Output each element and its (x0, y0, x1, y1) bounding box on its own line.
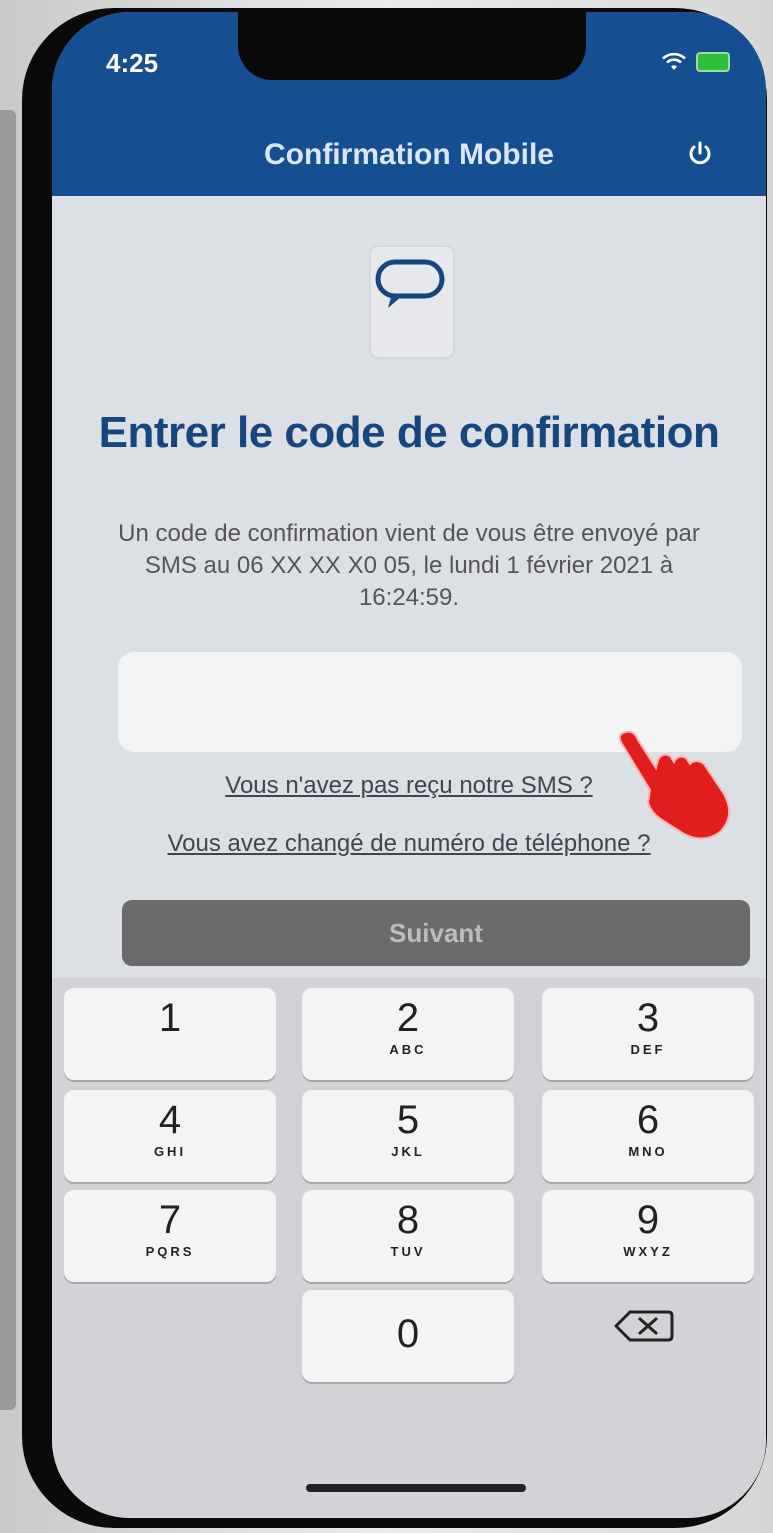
key-letters: WXYZ (623, 1244, 673, 1259)
key-4[interactable]: 4 GHI (64, 1090, 276, 1182)
key-0[interactable]: 0 (302, 1290, 514, 1382)
key-letters: MNO (628, 1144, 668, 1159)
status-icons (662, 52, 730, 72)
key-6[interactable]: 6 MNO (542, 1090, 754, 1182)
key-digit: 2 (396, 996, 420, 1040)
key-digit: 6 (636, 1098, 660, 1142)
status-time: 4:25 (106, 48, 159, 78)
key-7[interactable]: 7 PQRS (64, 1190, 276, 1282)
phone-frame: 4:25 Confirmation Mobile Entrer le code (22, 8, 767, 1528)
numeric-keypad: 1 2 ABC 3 DEF 4 GHI 5 JKL 6 MNO 7 PQRS 8… (52, 978, 766, 1518)
backspace-icon[interactable] (612, 1306, 676, 1346)
app-header: 4:25 Confirmation Mobile (52, 12, 766, 196)
pointing-hand-icon (618, 730, 731, 840)
key-digit: 9 (636, 1198, 660, 1242)
key-letters: TUV (390, 1244, 426, 1259)
main-heading: Entrer le code de confirmation (98, 408, 720, 457)
page-title: Confirmation Mobile (264, 138, 554, 171)
key-digit: 8 (396, 1198, 420, 1242)
key-3[interactable]: 3 DEF (542, 988, 754, 1080)
key-2[interactable]: 2 ABC (302, 988, 514, 1080)
camera-notch (238, 12, 586, 80)
key-digit: 0 (396, 1312, 420, 1356)
key-digit: 4 (158, 1098, 182, 1142)
key-digit: 7 (158, 1198, 182, 1242)
key-letters: PQRS (145, 1244, 195, 1259)
key-digit: 1 (158, 996, 182, 1040)
key-letters: ABC (389, 1042, 427, 1057)
next-button[interactable]: Suivant (122, 900, 750, 966)
wifi-icon (662, 52, 686, 70)
battery-icon (696, 52, 730, 72)
key-letters: DEF (630, 1042, 666, 1057)
device-side-edge (0, 110, 16, 1410)
home-indicator[interactable] (306, 1484, 526, 1492)
key-letters: GHI (153, 1144, 187, 1159)
key-letters: JKL (391, 1144, 425, 1159)
power-icon[interactable] (686, 140, 714, 168)
key-8[interactable]: 8 TUV (302, 1190, 514, 1282)
key-digit: 5 (396, 1098, 420, 1142)
key-digit: 3 (636, 996, 660, 1040)
chat-bubble-icon (369, 245, 455, 359)
phone-screen: 4:25 Confirmation Mobile Entrer le code (52, 12, 766, 1518)
sms-description: Un code de confirmation vient de vous êt… (118, 520, 700, 611)
key-5[interactable]: 5 JKL (302, 1090, 514, 1182)
key-9[interactable]: 9 WXYZ (542, 1190, 754, 1282)
key-1[interactable]: 1 (64, 988, 276, 1080)
